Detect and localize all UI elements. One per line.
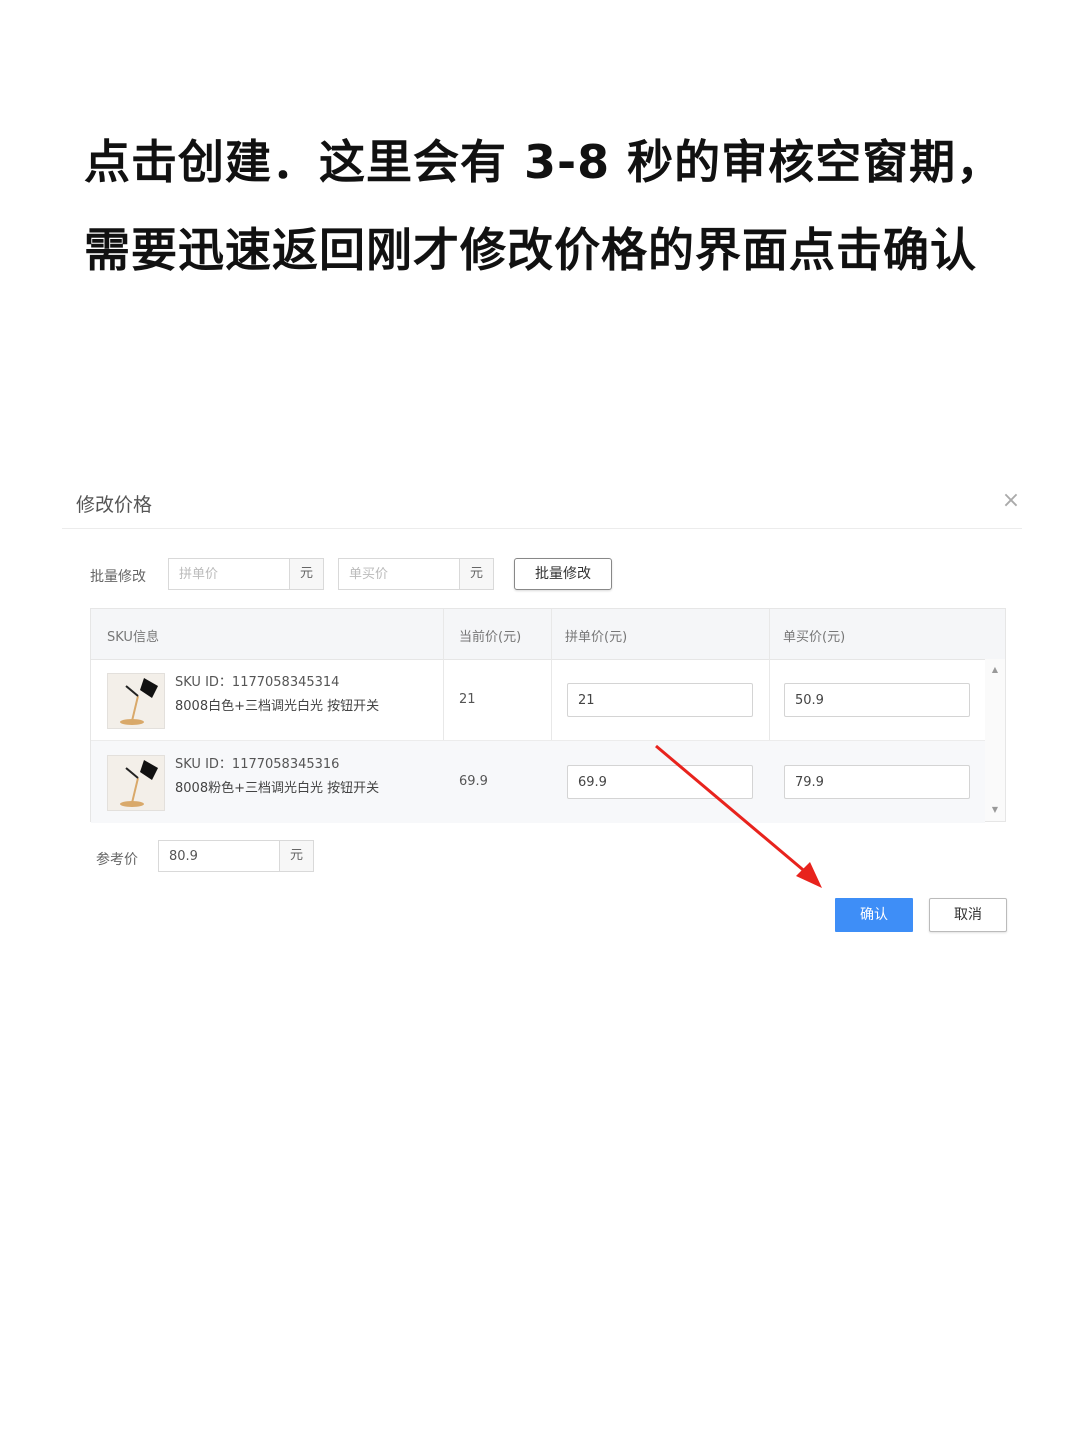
desk-lamp-icon [108,756,164,810]
table-header: SKU信息 当前价(元) 拼单价(元) 单买价(元) [91,609,1005,660]
batch-edit-row: 批量修改 元 元 批量修改 [90,558,690,592]
instruction-text: 点击创建．这里会有 3-8 秒的审核空窗期， 需要迅速返回刚才修改价格的界面点击… [84,118,1064,294]
reference-price-input[interactable] [159,841,279,871]
confirm-button[interactable]: 确认 [835,898,913,932]
batch-single-price-input[interactable] [339,559,459,589]
single-price-input[interactable] [784,683,970,717]
group-price-input-group: 元 [168,558,324,590]
close-icon[interactable]: × [1000,490,1022,512]
group-price-input[interactable] [567,683,753,717]
scroll-up-icon[interactable]: ▲ [990,665,1000,675]
table-scrollbar[interactable]: ▲ ▼ [985,659,1005,821]
cancel-button[interactable]: 取消 [929,898,1007,932]
product-thumbnail [107,755,165,811]
header-sku-info: SKU信息 [107,630,159,645]
sku-id: SKU ID：1177058345314 [175,675,340,690]
reference-price-row: 参考价 元 [96,840,396,874]
reference-price-label: 参考价 [96,852,138,868]
instruction-line-2: 需要迅速返回刚才修改价格的界面点击确认 [84,223,977,277]
header-current-price: 当前价(元) [459,630,522,645]
title-divider [62,528,1022,529]
group-price-input[interactable] [567,765,753,799]
table-row: SKU ID：1177058345316 8008粉色+三档调光白光 按钮开关 … [91,741,985,823]
sku-id: SKU ID：1177058345316 [175,757,340,772]
group-price-unit: 元 [289,559,323,589]
scroll-down-icon[interactable]: ▼ [990,805,1000,815]
single-price-input[interactable] [784,765,970,799]
desk-lamp-icon [108,674,164,728]
batch-group-price-input[interactable] [169,559,289,589]
header-single-price: 单买价(元) [783,630,846,645]
current-price: 69.9 [459,774,488,789]
single-price-unit: 元 [459,559,493,589]
edit-price-dialog: 修改价格 × 批量修改 元 元 批量修改 SKU信息 当前价(元) 拼单价(元)… [62,478,1022,958]
batch-edit-label: 批量修改 [90,569,146,585]
sku-table: SKU信息 当前价(元) 拼单价(元) 单买价(元) SKU ID：117705… [90,608,1006,823]
batch-edit-button[interactable]: 批量修改 [514,558,612,590]
current-price: 21 [459,692,476,707]
instruction-line-1: 点击创建．这里会有 3-8 秒的审核空窗期， [84,135,1004,189]
header-group-price: 拼单价(元) [565,630,628,645]
single-price-input-group: 元 [338,558,494,590]
dialog-title: 修改价格 [76,494,153,516]
reference-price-input-group: 元 [158,840,314,872]
product-thumbnail [107,673,165,729]
table-row: SKU ID：1177058345314 8008白色+三档调光白光 按钮开关 … [91,659,985,741]
reference-price-unit: 元 [279,841,313,871]
sku-name: 8008白色+三档调光白光 按钮开关 [175,699,380,714]
sku-name: 8008粉色+三档调光白光 按钮开关 [175,781,380,796]
